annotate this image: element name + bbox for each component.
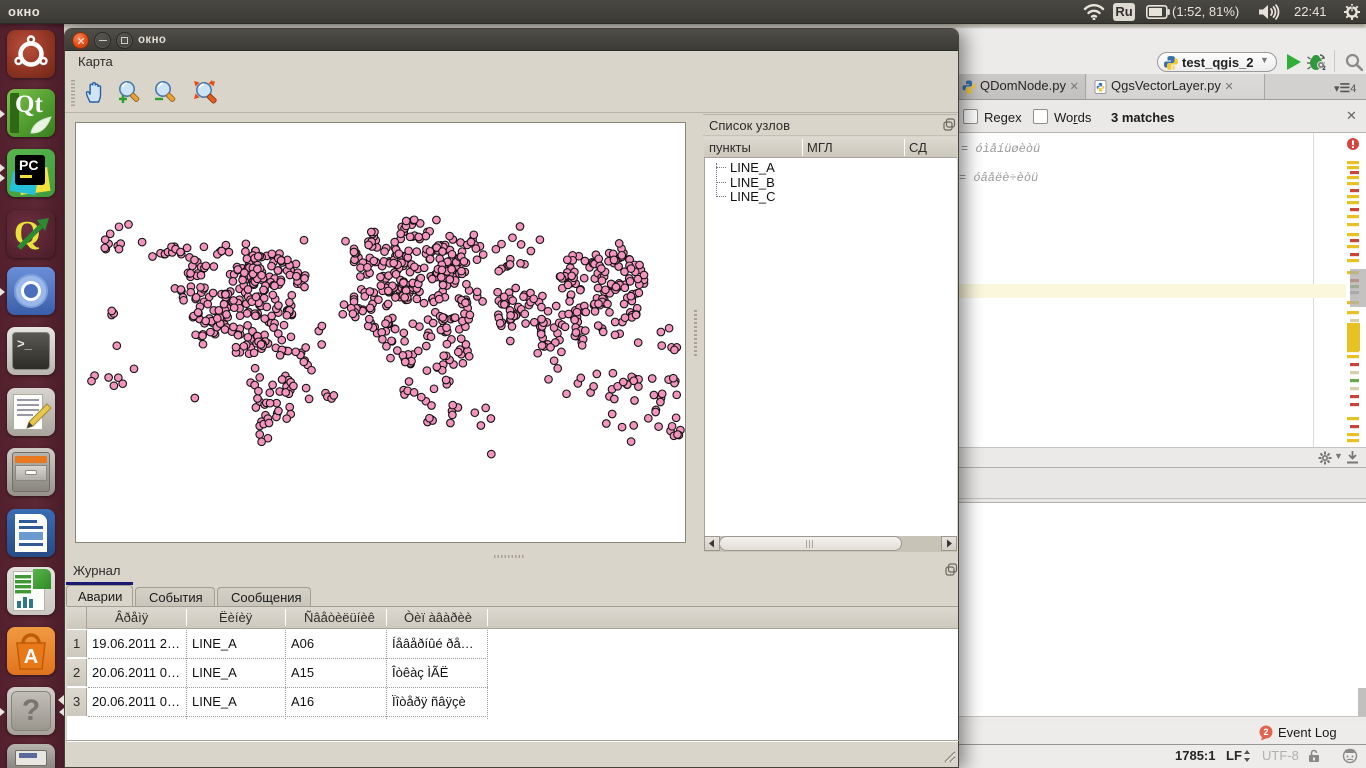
svg-text:2: 2 (1170, 65, 1173, 70)
svg-text:A: A (24, 646, 38, 668)
svg-text:2: 2 (1263, 727, 1268, 737)
svg-text:2: 2 (1322, 66, 1326, 71)
